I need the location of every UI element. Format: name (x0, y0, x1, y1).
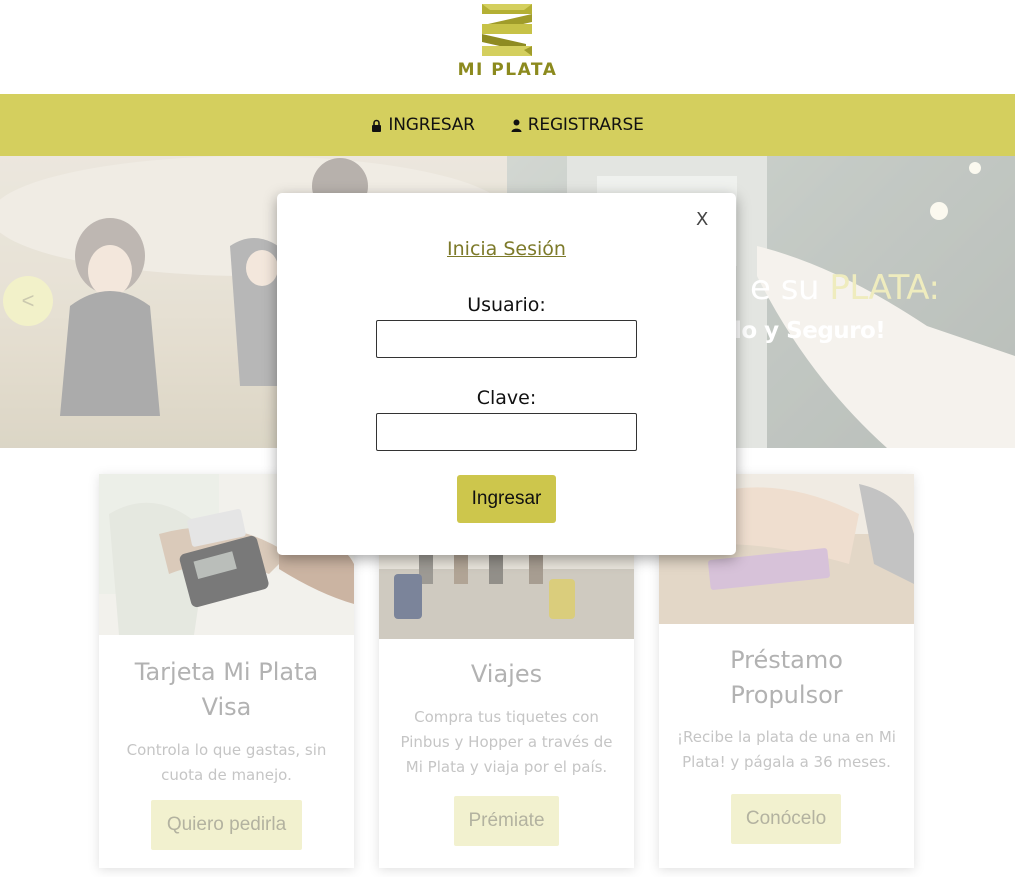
nav-ingresar-label: INGRESAR (388, 115, 475, 135)
card-prestamo-title-line1: Préstamo (730, 646, 843, 674)
card-prestamo-text-line2: Plata! y págala a 36 meses. (682, 753, 891, 771)
login-modal: X Inicia Sesión Usuario: Clave: Ingresar (277, 193, 736, 555)
ingresar-submit-button[interactable]: Ingresar (457, 475, 556, 523)
card-viajes-text-line2: Pinbus y Hopper a través de (400, 733, 613, 751)
card-viajes-text-line1: Compra tus tiquetes con (414, 708, 599, 726)
mi-plata-logo[interactable] (478, 2, 536, 58)
premiate-button[interactable]: Prémiate (454, 796, 559, 846)
chevron-left-icon: < (21, 288, 35, 313)
hero-headline: e su PLATA: (750, 268, 940, 308)
main-navbar: INGRESAR REGISTRARSE (0, 94, 1015, 156)
username-label: Usuario: (467, 294, 546, 316)
card-viajes-title: Viajes (470, 660, 543, 688)
nav-registrarse-label: REGISTRARSE (527, 115, 644, 135)
card-prestamo-title-line2: Propulsor (730, 681, 843, 709)
card-prestamo-text-line1: ¡Recibe la plata de una en Mi (677, 728, 896, 746)
modal-title[interactable]: Inicia Sesión (277, 238, 736, 260)
card-tarjeta-title-line2: Visa (201, 693, 252, 721)
password-input[interactable] (376, 413, 637, 451)
brand-name: MI PLATA (457, 60, 558, 80)
conocelo-button[interactable]: Conócelo (731, 794, 841, 844)
user-icon (511, 119, 522, 132)
hero-headline-text: e su (750, 268, 820, 308)
password-label: Clave: (476, 387, 537, 409)
slider-prev-button[interactable]: < (3, 276, 53, 326)
lock-icon (372, 119, 382, 132)
close-icon[interactable]: X (696, 209, 708, 230)
hero-subline: ido y Seguro! (718, 318, 886, 344)
nav-registrarse-link[interactable]: REGISTRARSE (511, 115, 644, 135)
hero-headline-accent: PLATA: (829, 268, 940, 308)
username-input[interactable] (376, 320, 637, 358)
nav-ingresar-link[interactable]: INGRESAR (371, 115, 475, 135)
card-tarjeta-title-line1: Tarjeta Mi Plata (134, 658, 319, 686)
site-header: MI PLATA (0, 0, 1015, 94)
quiero-pedirla-button[interactable]: Quiero pedirla (151, 800, 302, 850)
card-viajes-text-line3: Mi Plata y viaja por el país. (405, 758, 608, 776)
card-tarjeta-text-line1: Controla lo que gastas, sin (126, 741, 327, 759)
card-tarjeta-text-line2: cuota de manejo. (161, 766, 292, 784)
